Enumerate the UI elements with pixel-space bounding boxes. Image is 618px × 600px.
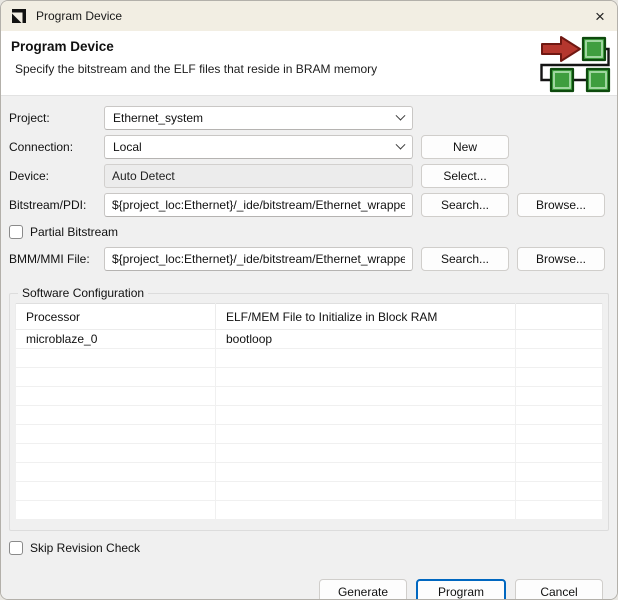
bmm-label: BMM/MMI File: <box>9 252 90 266</box>
dialog-body: Project: Ethernet_system Connection: Loc… <box>1 96 617 599</box>
bitstream-row: Bitstream/PDI: Search... Browse... <box>9 193 609 217</box>
table-row <box>15 424 603 444</box>
connection-row: Connection: Local New <box>9 135 609 159</box>
elf-cell[interactable] <box>215 405 516 425</box>
program-device-dialog: Program Device × Program Device Specify … <box>0 0 618 600</box>
device-label: Device: <box>9 169 50 183</box>
processor-column-header: Processor <box>15 303 216 330</box>
skip-revision-label: Skip Revision Check <box>30 541 141 555</box>
table-row <box>15 405 603 425</box>
table-row <box>15 367 603 387</box>
elf-cell[interactable] <box>215 348 516 368</box>
extra-cell[interactable] <box>515 462 603 482</box>
device-row: Device: Select... <box>9 164 609 188</box>
elf-cell[interactable] <box>215 367 516 387</box>
table-header-row: Processor ELF/MEM File to Initialize in … <box>15 303 603 330</box>
project-combobox[interactable]: Ethernet_system <box>104 106 413 130</box>
bitstream-label: Bitstream/PDI: <box>9 198 87 212</box>
elf-cell[interactable] <box>215 462 516 482</box>
processor-cell[interactable] <box>15 462 216 482</box>
connection-value: Local <box>113 140 142 154</box>
processor-cell[interactable] <box>15 443 216 463</box>
partial-bitstream-row: Partial Bitstream <box>9 223 609 241</box>
table-row <box>15 481 603 501</box>
footer-button-bar: Generate Program Cancel <box>9 579 603 599</box>
amd-logo-icon <box>12 9 26 23</box>
page-subtitle: Specify the bitstream and the ELF files … <box>15 62 378 76</box>
dialog-header: Program Device Specify the bitstream and… <box>1 31 617 96</box>
bitstream-input[interactable] <box>104 193 413 217</box>
processor-cell[interactable] <box>15 405 216 425</box>
elf-column-header: ELF/MEM File to Initialize in Block RAM <box>215 303 516 330</box>
bmm-search-button[interactable]: Search... <box>421 247 509 271</box>
processor-cell[interactable] <box>15 500 216 520</box>
processor-cell[interactable] <box>15 424 216 444</box>
processor-cell[interactable] <box>15 367 216 387</box>
elf-cell[interactable]: bootloop <box>215 329 516 349</box>
software-configuration-legend: Software Configuration <box>22 286 145 300</box>
table-row <box>15 500 603 520</box>
project-value: Ethernet_system <box>113 111 204 125</box>
chevron-down-icon <box>395 110 406 121</box>
bmm-input[interactable] <box>104 247 413 271</box>
processor-cell[interactable] <box>15 386 216 406</box>
table-row <box>15 443 603 463</box>
extra-cell[interactable] <box>515 500 603 520</box>
program-button[interactable]: Program <box>416 579 506 599</box>
device-field[interactable] <box>104 164 413 188</box>
bmm-row: BMM/MMI File: Search... Browse... <box>9 247 609 271</box>
table-row: microblaze_0 bootloop <box>15 329 603 349</box>
extra-cell[interactable] <box>515 405 603 425</box>
partial-bitstream-checkbox[interactable] <box>9 225 23 239</box>
elf-cell[interactable] <box>215 386 516 406</box>
extra-column-header <box>515 303 603 330</box>
connection-combobox[interactable]: Local <box>104 135 413 159</box>
page-title: Program Device <box>11 39 114 54</box>
skip-revision-checkbox[interactable] <box>9 541 23 555</box>
extra-cell[interactable] <box>515 329 603 349</box>
extra-cell[interactable] <box>515 424 603 444</box>
window-title: Program Device <box>36 9 123 23</box>
elf-cell[interactable] <box>215 424 516 444</box>
project-label: Project: <box>9 111 50 125</box>
software-configuration-group: Software Configuration Processor ELF/MEM… <box>9 286 609 531</box>
partial-bitstream-label: Partial Bitstream <box>30 225 119 239</box>
table-row <box>15 348 603 368</box>
connection-label: Connection: <box>9 140 74 154</box>
extra-cell[interactable] <box>515 348 603 368</box>
cancel-button[interactable]: Cancel <box>515 579 603 599</box>
new-connection-button[interactable]: New <box>421 135 509 159</box>
processor-cell[interactable]: microblaze_0 <box>15 329 216 349</box>
bmm-browse-button[interactable]: Browse... <box>517 247 605 271</box>
extra-cell[interactable] <box>515 367 603 387</box>
table-row <box>15 462 603 482</box>
table-row <box>15 386 603 406</box>
extra-cell[interactable] <box>515 386 603 406</box>
generate-button[interactable]: Generate <box>319 579 407 599</box>
bram-flow-icon <box>540 36 611 93</box>
software-configuration-table: Processor ELF/MEM File to Initialize in … <box>15 303 603 520</box>
bitstream-search-button[interactable]: Search... <box>421 193 509 217</box>
title-bar: Program Device × <box>1 1 617 31</box>
elf-cell[interactable] <box>215 443 516 463</box>
processor-cell[interactable] <box>15 481 216 501</box>
project-row: Project: Ethernet_system <box>9 106 609 130</box>
extra-cell[interactable] <box>515 481 603 501</box>
bitstream-browse-button[interactable]: Browse... <box>517 193 605 217</box>
elf-cell[interactable] <box>215 500 516 520</box>
close-button[interactable]: × <box>583 1 617 31</box>
chevron-down-icon <box>395 139 406 150</box>
select-device-button[interactable]: Select... <box>421 164 509 188</box>
elf-cell[interactable] <box>215 481 516 501</box>
skip-revision-row: Skip Revision Check <box>9 539 609 557</box>
processor-cell[interactable] <box>15 348 216 368</box>
extra-cell[interactable] <box>515 443 603 463</box>
